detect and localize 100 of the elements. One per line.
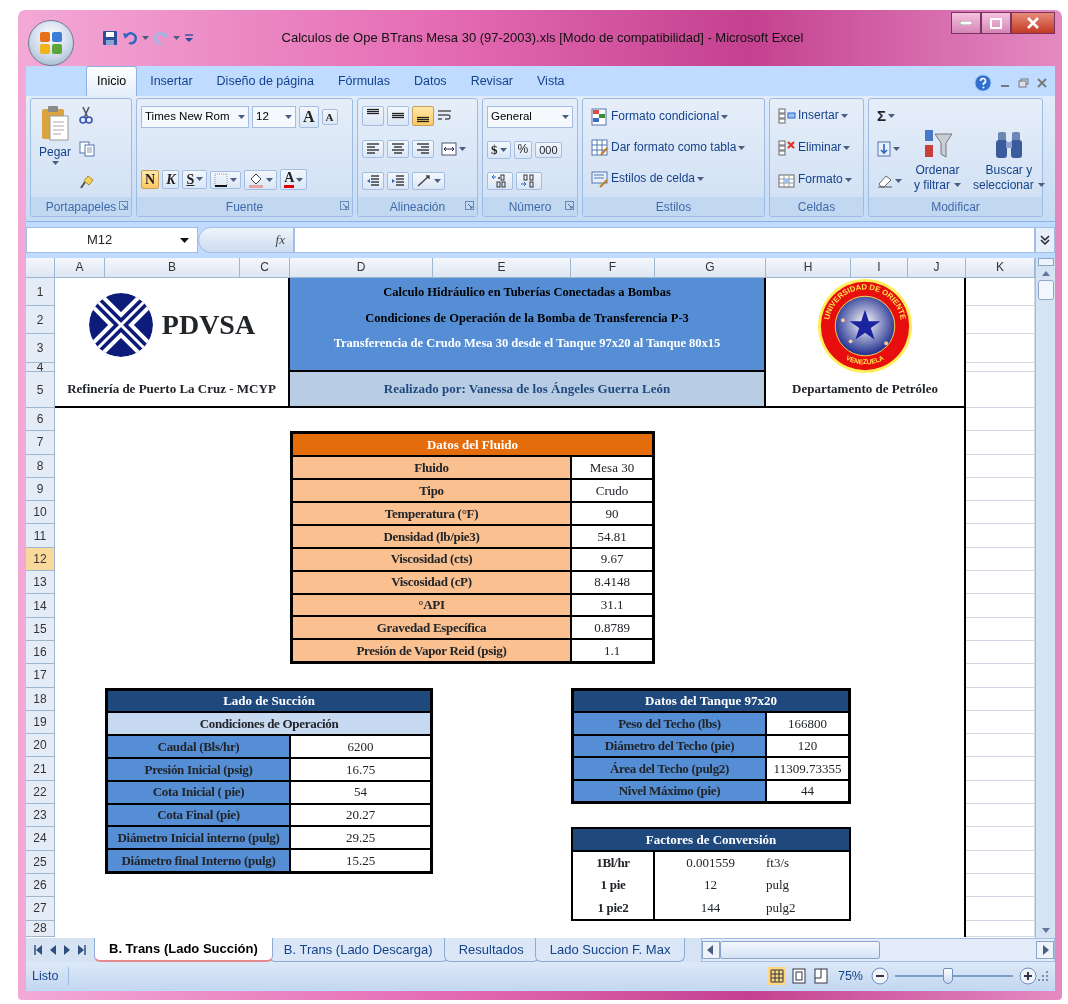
format-as-table-button[interactable]: Dar formato como tabla	[587, 137, 750, 159]
paste-button[interactable]: Pegar	[35, 102, 76, 194]
last-sheet-icon[interactable]	[78, 945, 86, 955]
row-header[interactable]: 26	[26, 873, 55, 898]
ribbon-tab[interactable]: Datos	[402, 66, 458, 96]
scroll-left-icon[interactable]	[702, 941, 721, 959]
caret-icon[interactable]	[954, 183, 961, 188]
row-header[interactable]: 1	[26, 278, 55, 306]
caret-icon[interactable]	[173, 36, 180, 40]
delete-button[interactable]: Eliminar	[774, 138, 856, 158]
row-header[interactable]: 2	[26, 306, 55, 334]
save-icon[interactable]	[102, 30, 118, 46]
caret-icon[interactable]	[840, 114, 848, 118]
decrease-decimal-button[interactable]	[516, 172, 542, 190]
function-icon[interactable]: fx	[275, 230, 285, 250]
row-header[interactable]: 17	[26, 664, 55, 688]
number-format-dropdown[interactable]: General	[487, 106, 573, 128]
column-header[interactable]: D	[290, 258, 433, 278]
ribbon-tab[interactable]: Inicio	[86, 66, 138, 96]
column-header[interactable]: F	[571, 258, 655, 278]
caret-icon[interactable]	[230, 177, 238, 182]
orientation-button[interactable]	[412, 172, 445, 190]
caret-icon[interactable]	[434, 179, 441, 183]
column-header[interactable]: J	[908, 258, 966, 278]
caret-icon[interactable]	[697, 177, 705, 181]
row-header[interactable]: 20	[26, 734, 55, 758]
decrease-indent-button[interactable]	[362, 172, 384, 190]
scissors-icon[interactable]	[79, 106, 94, 124]
close-button[interactable]	[1011, 12, 1055, 34]
format-painter-icon[interactable]	[79, 174, 96, 190]
row-header[interactable]: 18	[26, 687, 55, 711]
caret-icon[interactable]	[459, 147, 466, 151]
row-header[interactable]: 12	[26, 547, 55, 572]
row-header[interactable]: 3	[26, 334, 55, 363]
dialog-launcher-icon[interactable]	[119, 201, 128, 210]
ribbon-tab[interactable]: Revisar	[459, 66, 524, 96]
scroll-thumb-icon[interactable]	[1037, 280, 1054, 300]
office-button[interactable]	[28, 20, 74, 66]
caret-icon[interactable]	[499, 148, 507, 152]
row-header[interactable]: 27	[26, 897, 55, 921]
vertical-align-button[interactable]	[387, 106, 409, 126]
next-sheet-icon[interactable]	[64, 945, 70, 955]
first-sheet-icon[interactable]	[34, 945, 42, 955]
font-size-dropdown[interactable]: 12	[252, 106, 296, 128]
caret-icon[interactable]	[888, 114, 895, 119]
format-button[interactable]: Formato	[774, 170, 856, 190]
row-header[interactable]: 22	[26, 780, 55, 805]
dialog-launcher-icon[interactable]	[465, 201, 474, 210]
caret-icon[interactable]	[738, 146, 746, 150]
underline-button[interactable]: S	[182, 169, 208, 190]
caret-icon[interactable]	[285, 115, 292, 119]
caret-icon[interactable]	[238, 115, 245, 119]
vertical-align-button[interactable]	[362, 106, 384, 126]
column-header[interactable]: A	[55, 258, 105, 278]
zoom-out-icon[interactable]	[871, 967, 889, 985]
ribbon-tab[interactable]: Vista	[526, 66, 576, 96]
maximize-button[interactable]	[981, 12, 1011, 34]
caret-icon[interactable]	[51, 161, 59, 166]
scroll-right-icon[interactable]	[1036, 941, 1054, 959]
row-header[interactable]: 15	[26, 617, 55, 641]
ribbon-tab[interactable]: Diseño de página	[205, 66, 325, 96]
column-header[interactable]: H	[766, 258, 851, 278]
expand-formula-bar-icon[interactable]	[1035, 227, 1055, 253]
row-header[interactable]: 9	[26, 477, 55, 502]
currency-button[interactable]: $	[487, 140, 511, 160]
row-header[interactable]: 23	[26, 804, 55, 828]
close-icon[interactable]	[1037, 78, 1047, 88]
font-name-dropdown[interactable]: Times New Rom	[141, 106, 249, 128]
row-header[interactable]: 21	[26, 757, 55, 781]
shrink-font-button[interactable]: A	[321, 108, 338, 126]
zoom-in-icon[interactable]	[1019, 967, 1037, 985]
bold-button[interactable]: N	[141, 169, 160, 190]
thousands-button[interactable]: 000	[535, 141, 562, 159]
sort-filter-button[interactable]: Ordenar y filtrar	[910, 102, 965, 194]
grow-font-button[interactable]: A	[299, 106, 319, 128]
caret-icon[interactable]	[266, 177, 274, 182]
cell-styles-button[interactable]: Estilos de celda	[587, 168, 750, 190]
caret-icon[interactable]	[895, 179, 902, 183]
row-header[interactable]: 8	[26, 454, 55, 478]
column-header[interactable]: C	[240, 258, 290, 278]
slider-thumb[interactable]	[943, 968, 954, 984]
row-header[interactable]: 14	[26, 594, 55, 618]
name-box[interactable]: M12	[26, 227, 198, 253]
caret-icon[interactable]	[843, 146, 851, 150]
percent-button[interactable]: %	[513, 141, 533, 159]
conditional-format-button[interactable]: Formato condicional	[587, 106, 750, 128]
caret-icon[interactable]	[844, 178, 852, 182]
column-header[interactable]: I	[851, 258, 908, 278]
row-header[interactable]: 24	[26, 827, 55, 851]
sheet-tab[interactable]: B. Trans (Lado Succión)	[94, 938, 273, 962]
minimize-button[interactable]	[951, 12, 981, 34]
row-header[interactable]: 5	[26, 372, 55, 408]
row-header[interactable]: 11	[26, 524, 55, 548]
ribbon-tab[interactable]: Insertar	[139, 66, 204, 96]
vertical-align-button[interactable]	[412, 106, 434, 126]
row-header[interactable]: 16	[26, 640, 55, 665]
row-header[interactable]: 10	[26, 501, 55, 525]
normal-view-icon[interactable]	[767, 967, 786, 985]
center-button[interactable]	[387, 140, 409, 158]
caret-icon[interactable]	[1037, 183, 1045, 188]
